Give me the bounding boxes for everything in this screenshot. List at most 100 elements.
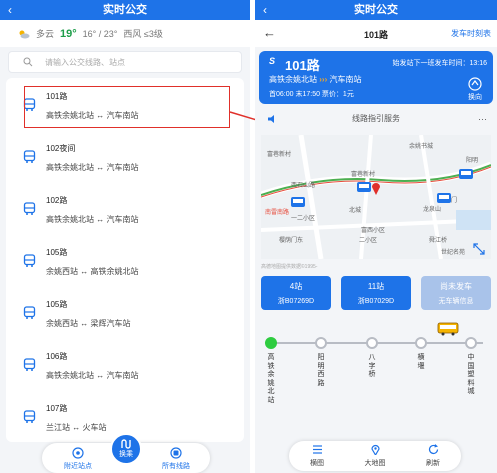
bus-icon [23,410,36,423]
left-title-bar: ‹ 实时公交 [0,0,250,20]
reverse-button[interactable]: 换向 [463,77,487,102]
nav-nearby-label: 附近站点 [64,463,92,470]
search-icon [23,57,33,67]
map-label: 二小区 [359,238,378,244]
schedule-link[interactable]: 发车时刻表 [451,28,491,39]
transfer-icon [121,439,131,449]
map-label: 北城 [349,208,362,214]
stop-name[interactable]: 八字桥 [367,354,377,380]
route-item[interactable]: 106路 高铁余姚北站 ↔ 汽车南站 [6,338,244,390]
map-label: 一二小区 [291,216,316,222]
route-name: 106路 [46,352,68,361]
stop-marker[interactable] [366,337,378,349]
page-title: 实时公交 [103,4,147,16]
map-copyright: 高德地图提供数据©1995- [261,264,318,270]
more-icon[interactable]: ··· [478,110,487,128]
map-pin-icon [370,444,380,455]
right-panel: ‹ 实时公交 ← 101路 发车时刻表 S 101路 始发站下一班发车时间：13… [255,0,497,473]
right-title-bar: ‹ 实时公交 [255,0,497,20]
speaker-icon [268,115,274,123]
route-stops: 高铁余姚北站 ↔ 汽车南站 [46,371,139,380]
map-label: 余姚书城 [409,144,434,150]
weather-condition: 多云 [36,29,55,39]
route-name: 105路 [46,248,68,257]
bus-card-plate: 无车辆信息 [438,298,474,305]
back-icon[interactable]: ‹ [8,0,12,20]
bus-card-stops: 11站 [367,282,385,291]
list-icon [312,445,322,454]
big-map-label: 大地图 [364,460,386,467]
map-label: 阳明 [466,158,479,164]
route-list: 101路 高铁余姚北站 ↔ 汽车南站 102夜间 高铁余姚北站 ↔ 汽车南站 1… [6,78,244,442]
bus-card[interactable]: 4站 浙B07269D [261,276,331,310]
map-label: 樱荫门东 [279,238,304,244]
bus-position-icon [437,322,459,336]
weather-wind: 西风 ≤3级 [123,29,163,39]
view-button[interactable]: 横图 [297,444,337,468]
route-stops: 兰江站 ↔ 火车站 [46,423,107,432]
stop-marker[interactable] [315,337,327,349]
location-icon [72,447,84,459]
back-icon[interactable]: ‹ [263,0,267,20]
stop-marker[interactable] [265,337,277,349]
stop-marker[interactable] [465,337,477,349]
service-label: 线路指引服务 [352,114,400,123]
route-item[interactable]: 105路 余姚西站 ↔ 梁辉汽车站 [6,286,244,338]
bus-card-stops: 尚未发车 [440,282,472,291]
bus-card[interactable]: 尚未发车 无车辆信息 [421,276,491,310]
route-map[interactable]: 余姚书城 富巷新村 阳明 西石山路 富巷新村 老西门 龙泉山 一二小区 二小区 … [261,135,491,259]
route-item[interactable]: 102路 高铁余姚北站 ↔ 汽车南站 [6,182,244,234]
nav-transfer[interactable]: 换乘 [110,433,142,465]
reverse-label: 换向 [468,94,482,101]
refresh-button[interactable]: 刷新 [413,444,453,468]
route-name: 107路 [46,404,68,413]
search-box[interactable]: 请输入公交线路、站点 [8,51,242,73]
map-label: 南雷南路 [265,210,290,216]
stop-name[interactable]: 横堰 [416,354,426,371]
big-map-button[interactable]: 大地图 [355,444,395,468]
route-stops: 高铁余姚北站 ↔ 汽车南站 [46,215,139,224]
route-stops: 余姚西站 ↔ 梁辉汽车站 [46,319,131,328]
bus-card[interactable]: 11站 浙B07029D [341,276,411,310]
bus-marker-icon [459,169,473,179]
route-name: 105路 [46,300,68,309]
nav-all-lines-label: 所有线路 [162,463,190,470]
stop-name[interactable]: 中国塑料城 [466,354,476,397]
refresh-icon [428,444,438,455]
nav-nearby[interactable]: 附近站点 [56,447,100,471]
card-route-number: 101路 [285,58,320,73]
bus-icon [23,358,36,371]
stop-marker[interactable] [415,337,427,349]
bottom-nav: 附近站点 换乘 所有线路 [42,433,210,473]
bus-card-plate: 浙B07269D [277,298,315,305]
route-direction: 高铁余姚北站 ››› 汽车南站 [269,74,361,85]
map-label: 富巷新村 [351,172,376,178]
expand-icon[interactable] [473,243,485,255]
stop-name[interactable]: 高铁余姚北站 [266,354,276,406]
route-item[interactable]: 102夜间 高铁余姚北站 ↔ 汽车南站 [6,130,244,182]
location-pin-icon [372,183,380,195]
bus-icon [23,202,36,215]
map-label: 世纪名苑 [441,250,466,256]
stop-name[interactable]: 阳明西路 [316,354,326,388]
bus-marker-icon [437,193,451,203]
search-input[interactable]: 请输入公交线路、站点 [45,57,125,68]
map-label: 舜江桥 [429,238,448,244]
nav-transfer-label: 换乘 [119,451,133,458]
weather-range: 16° / 23° [82,28,118,39]
refresh-label: 刷新 [426,460,440,467]
service-hours: 首06:00 末17:50 票价：1元 [269,91,354,98]
service-bar[interactable]: 线路指引服务 ··· [255,110,497,128]
map-label: 富巷新村 [267,152,292,158]
direction-to: 汽车南站 [329,75,362,84]
nav-all-lines[interactable]: 所有线路 [154,447,198,471]
route-info-card: S 101路 始发站下一班发车时间：13:16 高铁余姚北站 ››› 汽车南站 … [259,51,493,104]
bus-icon [23,306,36,319]
route-item[interactable]: 105路 余姚西站 ↔ 高铁余姚北站 [6,234,244,286]
bus-marker-icon [291,197,305,207]
bus-icon [23,150,36,163]
route-logo-icon: S [269,56,276,66]
bus-circle-icon [170,447,182,459]
map-label: 龙泉山 [423,207,442,213]
direction-from: 高铁余姚北站 [269,75,317,84]
